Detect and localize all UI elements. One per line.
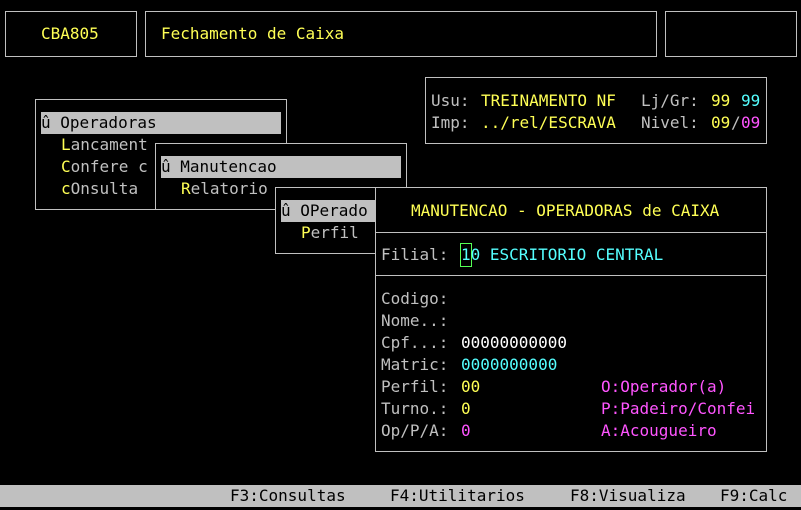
user-info-box: Usu: TREINAMENTO NF Lj/Gr: 99 99 Imp: ..… bbox=[425, 77, 767, 144]
ljgr-label: Lj/Gr: bbox=[641, 91, 699, 110]
function-key-bar: F3:Consultas F4:Utilitarios F8:Visualiza… bbox=[0, 485, 801, 507]
filial-label: Filial: bbox=[381, 245, 449, 264]
screen-title-box: Fechamento de Caixa bbox=[145, 11, 657, 57]
menu-item-consulta[interactable]: cOnsulta bbox=[61, 178, 138, 200]
legend-operador: O:Operador(a) bbox=[601, 377, 727, 396]
imp-value: ../rel/ESCRAVA bbox=[481, 113, 616, 132]
cpf-label: Cpf...: bbox=[381, 333, 449, 352]
codigo-label: Codigo: bbox=[381, 289, 449, 308]
usu-label: Usu: bbox=[431, 91, 470, 110]
nome-label: Nome..: bbox=[381, 311, 449, 330]
f9-calc-key[interactable]: F9:Calc bbox=[720, 485, 787, 507]
form-title-divider bbox=[376, 232, 766, 233]
menu-operadores-title[interactable]: û OPerado bbox=[281, 200, 381, 222]
opa-label: Op/P/A: bbox=[381, 421, 449, 440]
filial-field[interactable]: 10 ESCRITORIO CENTRAL bbox=[460, 243, 663, 267]
matric-field[interactable]: 0000000000 bbox=[461, 354, 557, 376]
form-window: MANUTENCAO - OPERADORAS de CAIXA Filial:… bbox=[375, 187, 767, 452]
usu-value: TREINAMENTO NF bbox=[481, 91, 616, 110]
header-right-box bbox=[665, 11, 797, 57]
text-cursor: 1 bbox=[460, 243, 472, 267]
nivel-value-b: 09 bbox=[741, 113, 761, 132]
menu-operadores: û OPerado Perfil bbox=[275, 187, 385, 254]
imp-label: Imp: bbox=[431, 113, 470, 132]
opa-field[interactable]: 0 bbox=[461, 420, 471, 442]
menu-item-relatorio[interactable]: Relatorio bbox=[181, 178, 268, 200]
turno-field[interactable]: 0 bbox=[461, 398, 471, 420]
perfil-label: Perfil: bbox=[381, 377, 449, 396]
form-title: MANUTENCAO - OPERADORAS de CAIXA bbox=[411, 201, 720, 220]
nivel-label: Nivel: bbox=[641, 113, 699, 132]
f3-consultas-key[interactable]: F3:Consultas bbox=[230, 485, 346, 507]
screen-title: Fechamento de Caixa bbox=[161, 24, 345, 43]
menu-item-perfil[interactable]: Perfil bbox=[301, 222, 359, 244]
nivel-separator: / bbox=[731, 113, 741, 132]
nivel-value-a: 09 bbox=[711, 113, 731, 132]
turno-label: Turno.: bbox=[381, 399, 449, 418]
menu-operadoras-title[interactable]: û Operadoras bbox=[41, 112, 281, 134]
legend-padeiro: P:Padeiro/Confei bbox=[601, 399, 756, 418]
filial-divider bbox=[376, 275, 766, 276]
cpf-field[interactable]: 00000000000 bbox=[461, 332, 567, 354]
program-code-box: CBA805 bbox=[5, 11, 137, 57]
legend-acougueiro: A:Acougueiro bbox=[601, 421, 717, 440]
gr-value: 99 bbox=[741, 91, 761, 110]
menu-item-lancamento[interactable]: Lancament bbox=[61, 134, 148, 156]
menu-item-confere[interactable]: Confere c bbox=[61, 156, 148, 178]
matric-label: Matric: bbox=[381, 355, 449, 374]
f8-visualiza-key[interactable]: F8:Visualiza bbox=[570, 485, 686, 507]
lj-value: 99 bbox=[711, 91, 731, 110]
menu-manutencao-title[interactable]: û Manutencao bbox=[161, 156, 401, 178]
program-code: CBA805 bbox=[41, 24, 99, 43]
f4-utilitarios-key[interactable]: F4:Utilitarios bbox=[390, 485, 525, 507]
perfil-field[interactable]: 00 bbox=[461, 376, 480, 398]
